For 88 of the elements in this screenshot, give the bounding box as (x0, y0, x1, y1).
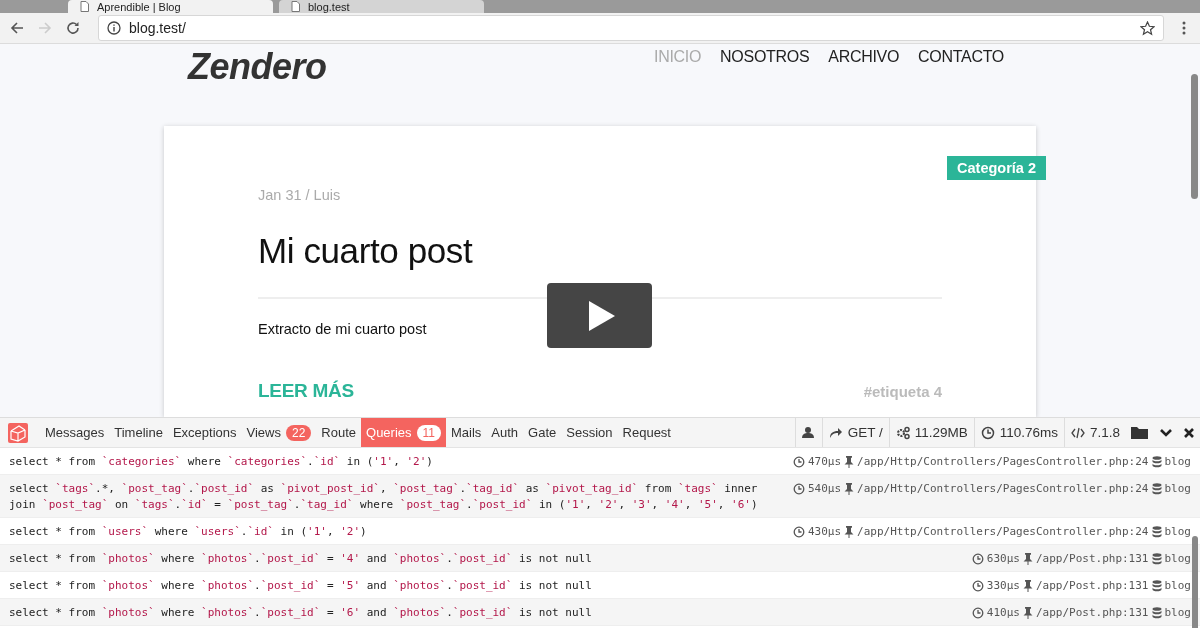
database-icon (1151, 607, 1162, 619)
sql-query: select * from `photos` where `photos`.`post_id` = '5' and `photos`.`post_id` is not null (9, 578, 593, 594)
query-duration: 540μs (807, 481, 842, 497)
clock-icon (792, 526, 805, 538)
site-logo[interactable]: Zendero (188, 46, 327, 88)
database-icon (1151, 580, 1162, 592)
menu-icon[interactable] (1182, 21, 1186, 35)
query-source: /app/Post.php:131 (1035, 605, 1149, 621)
database-icon (1151, 483, 1162, 495)
post-meta: Jan 31 / Luis (258, 187, 342, 203)
database-icon (1151, 456, 1162, 468)
debugbar-tab[interactable]: Route (316, 418, 361, 447)
back-arrow-icon[interactable] (10, 21, 24, 35)
debugbar-tab[interactable]: Exceptions (167, 418, 242, 447)
address-bar[interactable]: blog.test/ (98, 15, 1164, 41)
scrollbar[interactable] (1191, 74, 1198, 199)
query-connection: blog (1164, 578, 1191, 594)
sql-query: select * from `categories` where `categories`.`id` in ('1', '2') (9, 454, 434, 470)
gears-icon (895, 425, 910, 440)
query-source: /app/Post.php:131 (1035, 578, 1149, 594)
query-duration: 430μs (807, 524, 842, 540)
nav-link[interactable]: NOSOTROS (720, 48, 810, 66)
query-duration: 630μs (986, 551, 1020, 567)
share-arrow-icon (828, 425, 843, 440)
info-icon (107, 21, 121, 35)
query-duration: 330μs (986, 578, 1020, 594)
query-duration: 470μs (807, 454, 842, 470)
debugbar-tab[interactable]: Timeline (109, 418, 168, 447)
page-icon (291, 1, 300, 12)
query-connection: blog (1164, 481, 1191, 497)
post-title: Mi cuarto post (258, 231, 474, 271)
cube-logo-icon[interactable] (8, 422, 28, 443)
query-connection: blog (1164, 551, 1191, 567)
query-source: /app/Http/Controllers/PagesController.php:24 (857, 454, 1149, 470)
debugbar-tab[interactable]: Messages (40, 418, 110, 447)
nav-link[interactable]: ARCHIVO (828, 48, 900, 66)
url-text: blog.test/ (129, 20, 186, 36)
user-icon (801, 425, 816, 440)
indicator-text: GET / (847, 425, 883, 440)
browser-tab[interactable]: blog.test (279, 0, 484, 13)
clock-icon (980, 425, 995, 440)
query-source: /app/Post.php:131 (1035, 551, 1149, 567)
clock-icon (792, 456, 805, 468)
clock-icon (971, 580, 984, 592)
indicator-text: 110.76ms (999, 425, 1058, 440)
query-connection: blog (1164, 454, 1191, 470)
sql-query: select * from `users` where `users`.`id` in ('1', '2') (9, 524, 368, 540)
query-connection: blog (1164, 524, 1191, 540)
reload-icon[interactable] (66, 21, 80, 35)
indicator-text: 11.29MB (914, 425, 968, 440)
close-icon[interactable] (1183, 426, 1195, 439)
database-icon (1151, 553, 1162, 565)
play-icon (588, 300, 615, 331)
nav-link[interactable]: CONTACTO (918, 48, 1004, 66)
sql-query: select * from `photos` where `photos`.`post_id` = '6' and `photos`.`post_id` is not null (9, 605, 593, 621)
debugbar-tab[interactable]: Mails (446, 418, 487, 447)
query-source: /app/Http/Controllers/PagesController.php:24 (857, 481, 1149, 497)
sql-query: select * from `photos` where `photos`.`post_id` = '4' and `photos`.`post_id` is not null (9, 551, 593, 567)
clock-icon (971, 607, 984, 619)
post-excerpt: Extracto de mi cuarto post (258, 321, 427, 337)
code-icon (1070, 425, 1085, 440)
pin-icon (844, 526, 855, 538)
debugbar-tab[interactable]: Request (617, 418, 676, 447)
pin-icon (1022, 607, 1033, 619)
pin-icon (844, 456, 855, 468)
sql-query: select `tags`.*, `post_tag`.`post_id` as `pivot_post_id`, `post_tag`.`tag_id` as `pivot_tag_id` from `tags` inner join `post_tag` on `tags`.`id` = `post_tag`.`tag_id` where `post_tag`.`post_id` in ('1', '2', '3', '4', '5', '6') (9, 481, 759, 513)
debugbar-tab[interactable]: Views 22 (241, 418, 317, 447)
count-badge: 11 (416, 424, 441, 441)
clock-icon (971, 553, 984, 565)
browser-tab[interactable]: Aprendible | Blog (68, 0, 273, 13)
query-source: /app/Http/Controllers/PagesController.php:24 (857, 524, 1149, 540)
play-button[interactable] (547, 283, 652, 348)
database-icon (1151, 526, 1162, 538)
query-duration: 410μs (986, 605, 1020, 621)
page-icon (80, 1, 89, 12)
clock-icon (792, 483, 805, 495)
folder-icon[interactable] (1131, 425, 1149, 440)
star-icon[interactable] (1140, 20, 1155, 36)
debugbar-tab[interactable]: Auth (486, 418, 524, 447)
count-badge: 22 (285, 424, 312, 441)
query-connection: blog (1164, 605, 1191, 621)
pin-icon (1022, 553, 1033, 565)
indicator-text: 7.1.8 (1089, 425, 1120, 440)
debugbar-tab[interactable]: Gate (523, 418, 562, 447)
pin-icon (844, 483, 855, 495)
scrollbar[interactable] (1192, 536, 1198, 628)
pin-icon (1022, 580, 1033, 592)
debugbar-tab[interactable]: Session (561, 418, 618, 447)
